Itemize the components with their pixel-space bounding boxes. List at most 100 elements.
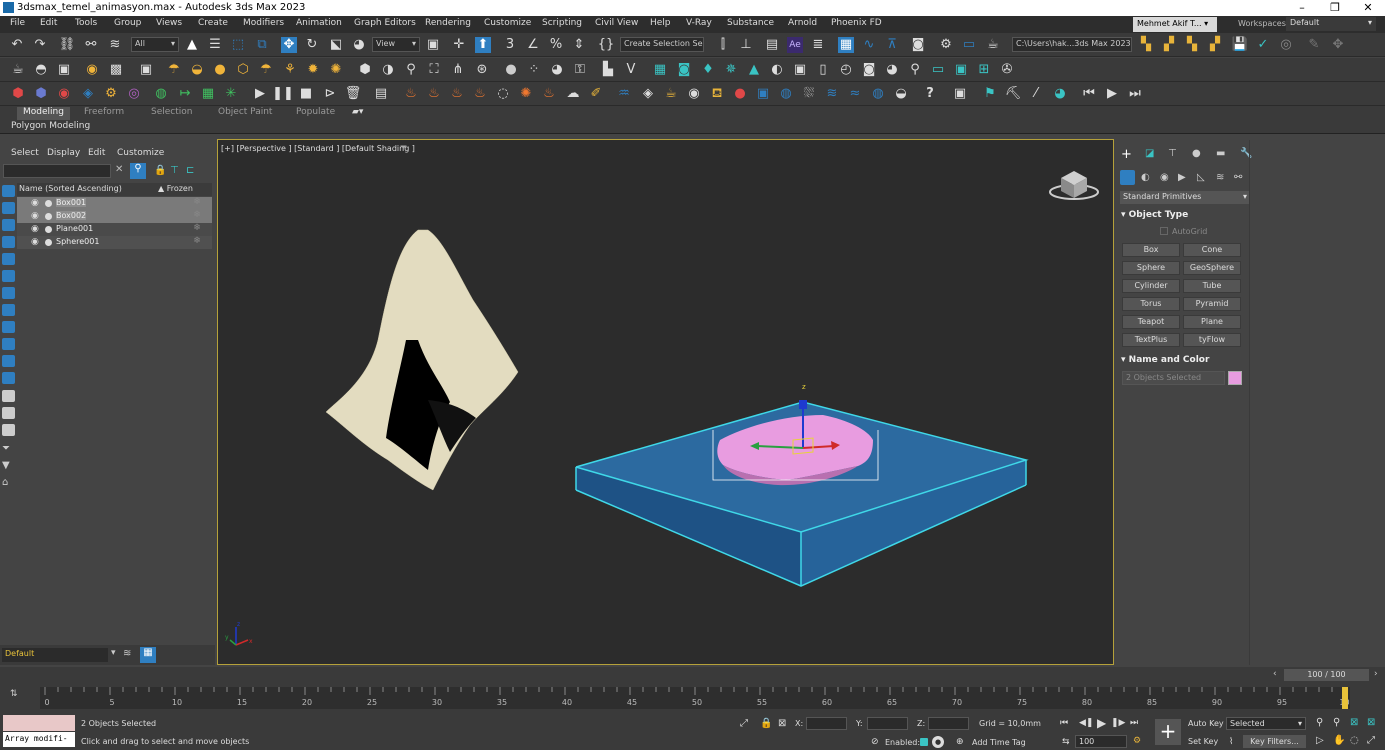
previous-key-icon[interactable]: ◀❚ <box>1079 718 1093 728</box>
smoke-icon[interactable]: ◌ <box>495 86 511 102</box>
autogrid-checkbox[interactable] <box>1160 227 1168 235</box>
decal-icon[interactable]: ⊛ <box>474 62 490 78</box>
select-and-place-icon[interactable]: ◕ <box>351 37 367 53</box>
render-dot-icon[interactable] <box>45 213 52 220</box>
display-none-icon[interactable] <box>2 407 15 419</box>
display-all-icon[interactable] <box>2 390 15 402</box>
selection-lock-icon[interactable]: 🔒 <box>760 718 772 729</box>
redo-icon[interactable]: ↷ <box>32 37 48 53</box>
paint-icon[interactable]: ⛏ <box>1005 86 1022 102</box>
named-selection-sets-dropdown[interactable]: Create Selection Se <box>620 37 704 52</box>
menu-phoenix-fd[interactable]: Phoenix FD <box>831 18 882 28</box>
undo-icon[interactable]: ↶ <box>9 37 25 53</box>
torus-button[interactable]: Torus <box>1122 297 1180 311</box>
go-to-end-icon[interactable]: ⏭ <box>1130 718 1138 728</box>
select-and-rotate-icon[interactable]: ↻ <box>304 37 320 53</box>
step-back-icon[interactable]: ⏮ <box>1081 86 1097 102</box>
box-red-icon[interactable]: ⬢ <box>10 86 26 102</box>
liquid-icon-2[interactable]: ◈ <box>640 86 656 102</box>
dome-icon[interactable]: ◓ <box>33 62 49 78</box>
pan-icon[interactable]: ✋ <box>1333 735 1345 746</box>
tube-button[interactable]: Tube <box>1183 279 1241 293</box>
pause-icon[interactable]: ❚❚ <box>272 86 294 102</box>
orbit-icon[interactable]: ◌ <box>1350 735 1359 746</box>
history-icon[interactable]: ◴ <box>838 62 854 78</box>
next-frame-icon[interactable]: › <box>1374 669 1378 679</box>
chevron-down-icon[interactable]: ▾ <box>111 648 116 658</box>
explorer-toggle-icon[interactable]: ▦ <box>140 647 156 663</box>
trash-icon[interactable]: 🗑 <box>345 86 362 102</box>
eye-icon[interactable]: ◉ <box>31 224 39 234</box>
project-open-icon[interactable]: ▞ <box>1161 37 1177 53</box>
lights-category-icon[interactable]: ◉ <box>1160 172 1169 183</box>
checkmark-icon[interactable]: ✓ <box>1255 37 1271 53</box>
scene-converter-icon[interactable]: ▣ <box>792 62 808 78</box>
step-fwd-icon[interactable]: ⏭ <box>1127 86 1143 102</box>
angle-snap-icon[interactable]: ∠ <box>525 37 541 53</box>
geometry-category-icon[interactable] <box>1120 170 1135 185</box>
display-bones-icon[interactable] <box>2 321 15 333</box>
menu-rendering[interactable]: Rendering <box>425 18 471 28</box>
key-mode-icon[interactable]: ⇆ <box>1062 737 1070 747</box>
render-production-icon[interactable]: ☕ <box>985 37 1001 53</box>
maxscript-listener-top[interactable] <box>3 715 75 731</box>
add-time-tag-label[interactable]: Add Time Tag <box>972 738 1026 747</box>
viewcube[interactable] <box>1049 171 1099 200</box>
brush-icon[interactable]: ✎ <box>1306 37 1322 53</box>
eye-icon[interactable]: ◉ <box>31 211 39 221</box>
box-blue-icon[interactable]: ⬢ <box>33 86 49 102</box>
menu-civil-view[interactable]: Civil View <box>595 18 638 28</box>
set-key-button[interactable]: Set Key <box>1188 737 1218 746</box>
name-and-color-rollout[interactable]: ▾ 2 Objects SelectedName and Color <box>1121 355 1249 368</box>
foam-icon[interactable]: ⛆ <box>801 86 817 102</box>
red-liquid-icon[interactable]: ● <box>732 86 748 102</box>
shapes-category-icon[interactable]: ◐ <box>1141 172 1150 183</box>
object-type-rollout[interactable]: ▾ Object Type <box>1121 210 1249 223</box>
liquid-icon-1[interactable]: ♒ <box>616 86 632 102</box>
fire-icon-2[interactable]: ♨ <box>426 86 442 102</box>
render-dot-icon[interactable] <box>45 226 52 233</box>
zoom-all-icon[interactable]: ⚲ <box>1333 717 1340 728</box>
create-tab-icon[interactable]: + <box>1121 147 1132 162</box>
menu-scripting[interactable]: Scripting <box>542 18 582 28</box>
project-save-icon[interactable]: ▞ <box>1207 37 1223 53</box>
plane-button[interactable]: Plane <box>1183 315 1241 329</box>
ipr-icon[interactable]: ♦ <box>700 62 716 78</box>
wand-icon[interactable]: ⁄ <box>1028 86 1044 102</box>
explorer-row-box002[interactable]: ◉ Box002 ❄ <box>17 210 212 223</box>
timeline-ruler[interactable]: 0510152025303540455055606570758085909510… <box>40 687 1355 709</box>
zoom-extents-icon[interactable]: ⊠ <box>1350 717 1358 728</box>
explorer-menu-customize[interactable]: Customize <box>117 148 164 158</box>
frame-buffer-icon[interactable]: ▭ <box>930 62 946 78</box>
tyflow-icon[interactable]: ◕ <box>1052 86 1068 102</box>
debug-icon[interactable]: ✵ <box>723 62 739 78</box>
fur-icon[interactable]: ◑ <box>380 62 396 78</box>
ies-light-icon[interactable]: ⬡ <box>235 62 251 78</box>
tyflow-button[interactable]: tyFlow <box>1183 333 1241 347</box>
utilities-tab-icon[interactable]: 🔧 <box>1240 148 1252 159</box>
cylinder-button[interactable]: Cylinder <box>1122 279 1180 293</box>
sky-icon[interactable]: ✺ <box>328 62 344 78</box>
select-and-move-icon[interactable]: ✥ <box>281 37 297 53</box>
maximize-viewport-icon[interactable]: ⤢ <box>1367 735 1375 746</box>
display-lights-icon[interactable] <box>2 219 15 231</box>
maxscript-input[interactable]: Array modifi- <box>3 732 75 747</box>
minimize-button[interactable]: – <box>1292 1 1312 14</box>
reference-coordinate-dropdown[interactable]: View ▾ <box>372 37 420 52</box>
menu-animation[interactable]: Animation <box>296 18 342 28</box>
menu-modifiers[interactable]: Modifiers <box>243 18 284 28</box>
link-icon[interactable]: ⛓ <box>59 37 76 53</box>
proxy-icon[interactable]: ⬢ <box>357 62 373 78</box>
toggle-ribbon-icon[interactable]: ▦ <box>838 37 854 53</box>
layer-tree-icon[interactable]: ⊏ <box>186 165 194 176</box>
spinner-snap-icon[interactable]: ⇕ <box>571 37 587 53</box>
perspective-viewport[interactable]: [+] [Perspective ] [Standard ] [Default … <box>217 139 1114 665</box>
layers-icon[interactable]: ≋ <box>123 648 131 659</box>
material-editor-icon[interactable]: ◙ <box>910 37 926 53</box>
vray-logo-icon[interactable]: V <box>623 62 639 78</box>
teapot-icon[interactable]: ☕ <box>10 62 26 78</box>
x-coordinate-field[interactable] <box>806 717 847 730</box>
close-button[interactable]: ✕ <box>1358 1 1378 14</box>
menu-views[interactable]: Views <box>156 18 182 28</box>
vray-vfb-icon[interactable]: ◙ <box>676 62 692 78</box>
